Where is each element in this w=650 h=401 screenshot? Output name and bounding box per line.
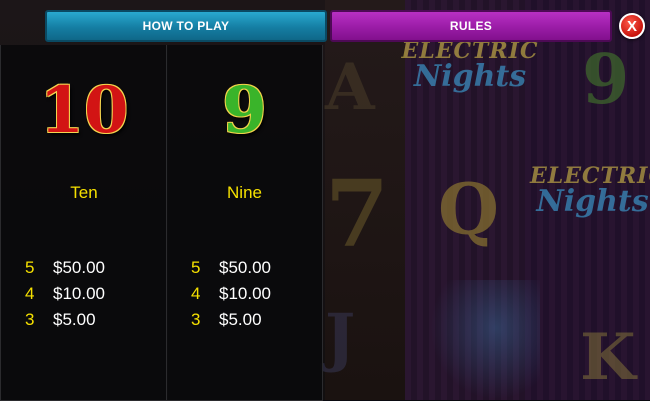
symbol-ten-icon: 10 xyxy=(39,73,129,148)
symbol-nine-icon: 9 xyxy=(222,73,267,148)
symbol-name: Ten xyxy=(70,183,98,202)
match-count: 3 xyxy=(25,310,35,329)
payout-amount: $5.00 xyxy=(53,310,96,329)
reel-symbol-j: J xyxy=(325,300,356,375)
tab-how-to-play[interactable]: HOW TO PLAY xyxy=(45,10,327,42)
pay-row: 3 $5.00 xyxy=(191,310,271,336)
close-icon: X xyxy=(626,17,637,35)
paytable-card-nine: 9 Nine 5 $50.00 4 $10.00 3 $5.00 xyxy=(166,45,323,401)
match-count: 4 xyxy=(25,284,35,303)
tab-rules[interactable]: RULES xyxy=(330,10,612,42)
game-logo: ELECTRIC Nights xyxy=(530,165,650,217)
pay-row: 5 $50.00 xyxy=(25,258,105,284)
pay-list: 5 $50.00 4 $10.00 3 $5.00 xyxy=(191,258,271,336)
match-count: 3 xyxy=(191,310,201,329)
close-button[interactable]: X xyxy=(619,13,645,39)
pay-row: 3 $5.00 xyxy=(25,310,105,336)
reel-symbol-seven: 7 xyxy=(325,160,390,268)
help-tab-bar: HOW TO PLAY RULES X xyxy=(0,0,650,45)
dancer-symbol-image xyxy=(430,280,540,400)
match-count: 4 xyxy=(191,284,201,303)
reel-symbol-q: Q xyxy=(438,168,499,251)
logo-line-2: Nights xyxy=(413,59,527,94)
match-count: 5 xyxy=(25,258,35,277)
pay-row: 4 $10.00 xyxy=(191,284,271,310)
logo-line-2: Nights xyxy=(536,184,649,219)
reel-symbol-nine: 9 xyxy=(582,40,630,120)
pay-row: 4 $10.00 xyxy=(25,284,105,310)
pay-list: 5 $50.00 4 $10.00 3 $5.00 xyxy=(25,258,105,336)
payout-amount: $50.00 xyxy=(219,258,271,277)
reel-symbol-k: K xyxy=(580,320,636,395)
symbol-name: Nine xyxy=(227,183,262,202)
payout-amount: $50.00 xyxy=(53,258,105,277)
pay-row: 5 $50.00 xyxy=(191,258,271,284)
payout-amount: $5.00 xyxy=(219,310,262,329)
payout-amount: $10.00 xyxy=(219,284,271,303)
paytable-card-ten: 10 Ten 5 $50.00 4 $10.00 3 $5.00 xyxy=(0,45,168,401)
reel-symbol-a: A xyxy=(325,50,375,125)
game-logo: ELECTRIC Nights xyxy=(395,40,545,92)
match-count: 5 xyxy=(191,258,201,277)
payout-amount: $10.00 xyxy=(53,284,105,303)
